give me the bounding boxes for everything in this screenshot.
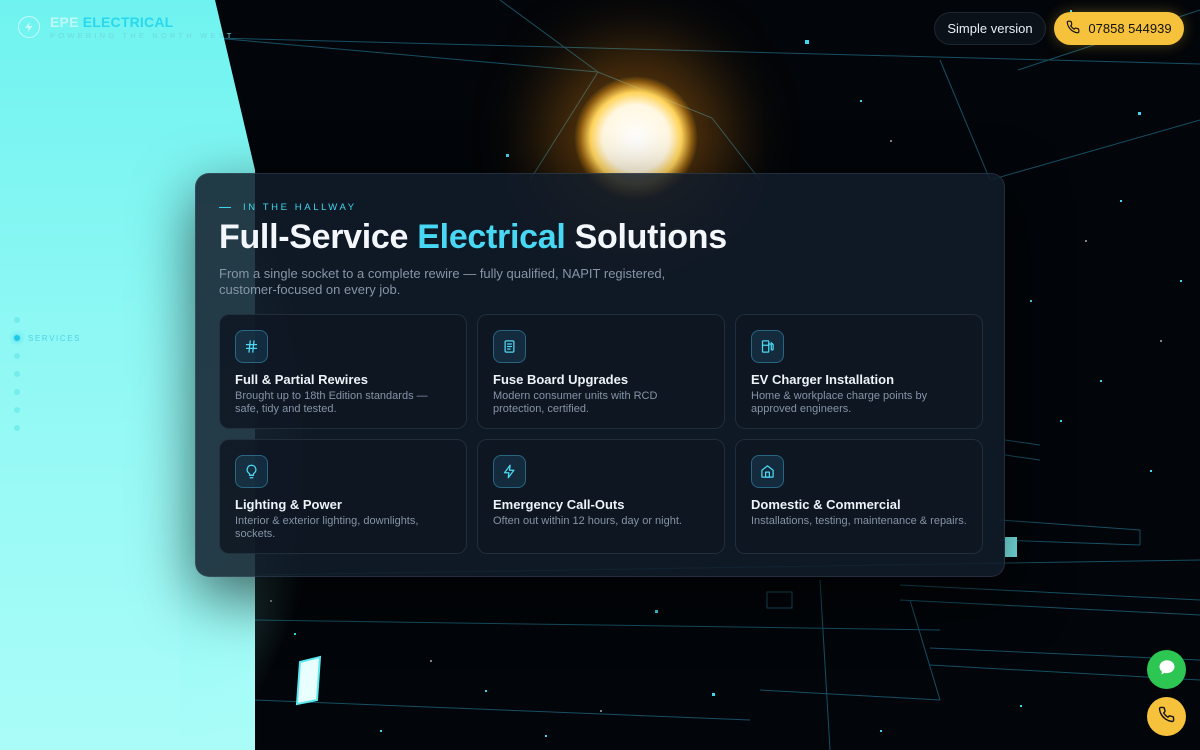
lightbulb-icon	[235, 455, 268, 488]
service-title: Domestic & Commercial	[751, 497, 901, 512]
service-title: EV Charger Installation	[751, 372, 895, 387]
logo-brand: EPE ELECTRICAL	[50, 14, 235, 30]
service-desc: Home & workplace charge points by approv…	[751, 390, 928, 415]
phone-button[interactable]: 07858 544939	[1054, 12, 1184, 45]
nav-dot-4[interactable]	[14, 371, 20, 377]
service-card-fuse-board[interactable]: Fuse Board Upgrades Modern consumer unit…	[477, 314, 725, 429]
service-desc: Modern consumer units with RCD protectio…	[493, 390, 658, 415]
page-title: Full-Service Electrical Solutions	[219, 218, 727, 257]
services-panel: IN THE HALLWAY Full-Service Electrical S…	[195, 173, 1005, 577]
service-title: Lighting & Power	[235, 497, 342, 512]
lightning-icon	[493, 455, 526, 488]
eyebrow-line	[219, 206, 231, 209]
document-icon	[493, 330, 526, 363]
service-desc: Interior & exterior lighting, downlights…	[235, 515, 419, 540]
service-card-emergency[interactable]: Emergency Call-Outs Often out within 12 …	[477, 439, 725, 554]
chat-button[interactable]	[1147, 650, 1186, 689]
logo-text: EPE ELECTRICAL POWERING THE NORTH WEST	[50, 14, 235, 40]
phone-icon	[1066, 20, 1080, 37]
service-card-ev-charger[interactable]: EV Charger Installation Home & workplace…	[735, 314, 983, 429]
title-highlight: Electrical	[417, 218, 566, 256]
section-subtitle: From a single socket to a complete rewir…	[219, 266, 666, 297]
service-title: Emergency Call-Outs	[493, 497, 625, 512]
service-desc: Installations, testing, maintenance & re…	[751, 515, 967, 527]
nav-dot-1[interactable]	[14, 317, 20, 323]
logo-tagline: POWERING THE NORTH WEST	[50, 31, 235, 40]
eyebrow-text: IN THE HALLWAY	[243, 202, 357, 213]
phone-number: 07858 544939	[1088, 21, 1172, 36]
service-title: Full & Partial Rewires	[235, 372, 368, 387]
title-part-1: Full-Service	[219, 218, 418, 256]
call-button[interactable]	[1147, 697, 1186, 736]
service-desc: Brought up to 18th Edition standards — s…	[235, 390, 428, 415]
nav-dot-6[interactable]	[14, 407, 20, 413]
site-logo[interactable]: EPE ELECTRICAL POWERING THE NORTH WEST	[18, 14, 235, 40]
nav-dot-7[interactable]	[14, 425, 20, 431]
service-card-rewires[interactable]: Full & Partial Rewires Brought up to 18t…	[219, 314, 467, 429]
title-part-3: Solutions	[565, 218, 727, 256]
service-desc: Often out within 12 hours, day or night.	[493, 515, 682, 527]
fuel-pump-icon	[751, 330, 784, 363]
section-eyebrow: IN THE HALLWAY	[219, 202, 357, 213]
phone-icon	[1158, 706, 1175, 728]
services-grid: Full & Partial Rewires Brought up to 18t…	[219, 314, 983, 554]
service-title: Fuse Board Upgrades	[493, 372, 629, 387]
hash-icon	[235, 330, 268, 363]
nav-dot-5[interactable]	[14, 389, 20, 395]
logo-lightning-icon	[18, 16, 40, 38]
nav-dot-3[interactable]	[14, 353, 20, 359]
brand-part-2: ELECTRICAL	[82, 14, 174, 30]
nav-dot-2-active[interactable]	[14, 335, 20, 341]
nav-active-label: SERVICES	[28, 334, 82, 343]
simple-version-button[interactable]: Simple version	[934, 12, 1046, 45]
chat-bubble-icon	[1158, 658, 1176, 681]
brand-part-1: EPE	[50, 14, 79, 30]
service-card-lighting[interactable]: Lighting & Power Interior & exterior lig…	[219, 439, 467, 554]
service-card-domestic-commercial[interactable]: Domestic & Commercial Installations, tes…	[735, 439, 983, 554]
home-icon	[751, 455, 784, 488]
